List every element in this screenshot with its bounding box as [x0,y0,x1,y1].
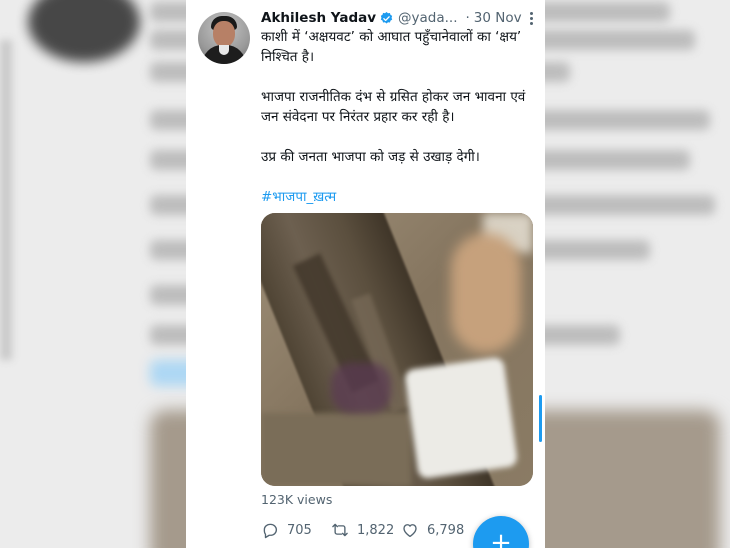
author-name[interactable]: Akhilesh Yadav [261,10,376,26]
blurred-edge [0,40,12,360]
retweet-icon [332,523,348,537]
tweet-date[interactable]: 30 Nov [474,10,522,26]
more-options-icon[interactable] [523,8,539,28]
reply-button[interactable]: 705 [261,521,331,539]
tweet-paragraph: काशी में ‘अक्षयवट’ को आघात पहुँचानेवालों… [261,29,522,65]
video-person [451,233,521,353]
reply-count: 705 [287,522,312,538]
tweet-card[interactable]: Akhilesh Yadav @yada... · 30 Nov काशी मे… [186,0,545,548]
video-frame-detail [261,413,411,486]
retweet-button[interactable]: 1,822 [331,521,401,539]
scrollbar-thumb[interactable] [539,395,542,442]
hashtag-link[interactable]: #भाजपा_ख़त्म [261,187,336,205]
video-frame-detail [331,363,391,413]
avatar-collar [219,45,229,55]
separator-dot: · [465,10,470,26]
author-handle[interactable]: @yada... [398,10,457,26]
reply-icon [263,523,278,539]
avatar-face [213,21,235,47]
heart-icon [403,524,417,538]
like-button[interactable]: 6,798 [401,521,471,539]
like-count: 6,798 [427,522,465,538]
video-frame-detail [403,356,519,480]
retweet-count: 1,822 [357,522,395,538]
compose-tweet-button[interactable]: + [473,516,529,548]
tweet-paragraph: भाजपा राजनीतिक दंभ से ग्रसित होकर जन भाव… [261,89,526,125]
avatar[interactable] [198,12,250,64]
plus-icon: + [490,528,512,548]
verified-badge-icon [379,11,394,26]
tweet-header: Akhilesh Yadav @yada... · 30 Nov [261,8,541,28]
tweet-paragraph: उप्र की जनता भाजपा को जड़ से उखाड़ देगी। [261,149,480,165]
tweet-text: काशी में ‘अक्षयवट’ को आघात पहुँचानेवालों… [261,27,539,187]
view-count: 123K views [261,492,333,507]
tweet-actions: 705 1,822 6,798 [261,520,471,540]
tweet-video[interactable] [261,213,533,486]
blurred-avatar [28,0,140,62]
